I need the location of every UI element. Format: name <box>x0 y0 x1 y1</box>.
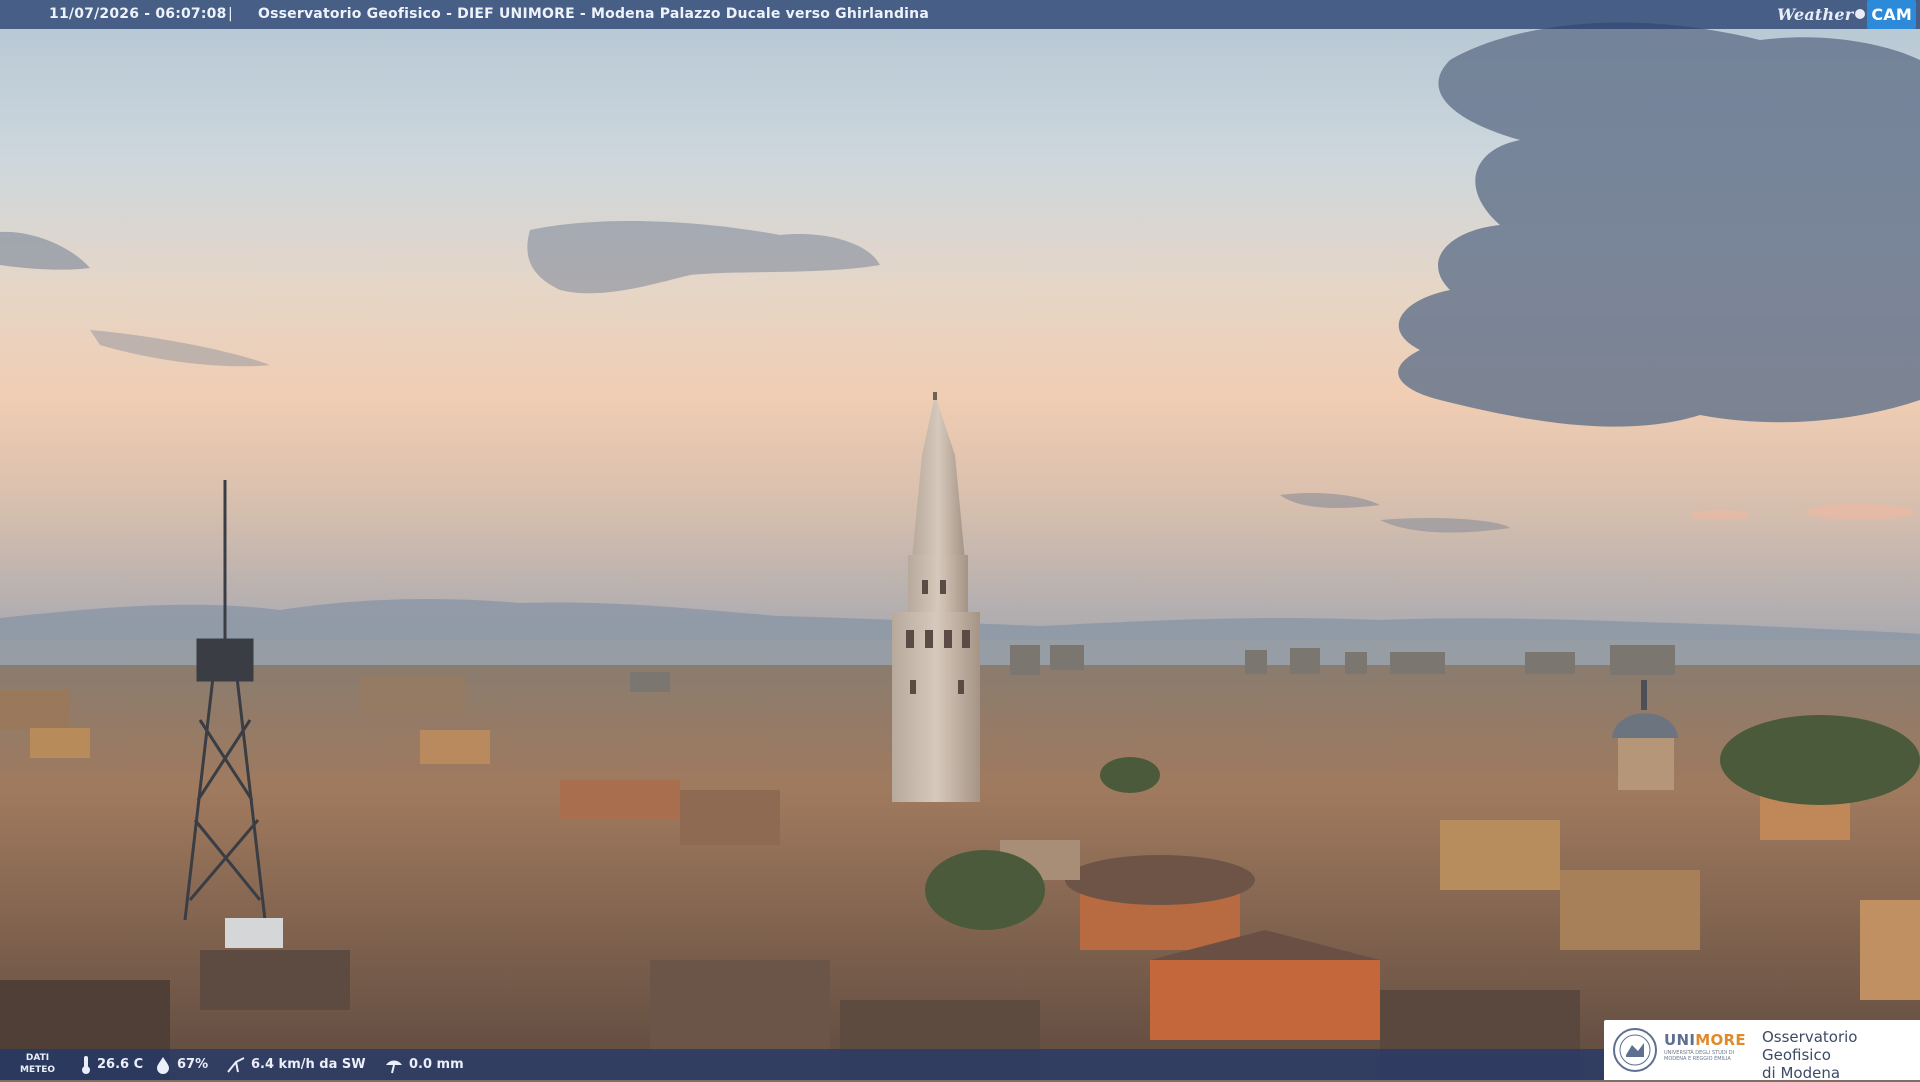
rain-gauge-icon <box>386 1060 402 1073</box>
webcam-scene <box>0 0 1920 1080</box>
humidity-reading: 67% <box>154 1049 208 1080</box>
header-separator: | <box>228 6 233 22</box>
weather-label-line2: METEO <box>20 1065 56 1075</box>
wind-icon <box>227 1056 245 1073</box>
unimore-observatory-logo: UNIMORE UNIVERSITÀ DEGLI STUDI DI MODENA… <box>1604 1020 1920 1082</box>
unimore-wordmark: UNIMORE <box>1664 1031 1746 1049</box>
weathercam-logo: Weather CAM <box>1777 0 1916 29</box>
thermometer-icon <box>82 1055 90 1074</box>
university-fullname: UNIVERSITÀ DEGLI STUDI DI MODENA E REGGI… <box>1664 1050 1735 1062</box>
rain-value: 0.0 mm <box>409 1057 464 1072</box>
timestamp: 11/07/2026 - 06:07:08 <box>49 6 227 22</box>
weather-label: DATI METEO <box>20 1052 55 1076</box>
humidity-drop-icon <box>157 1056 169 1074</box>
camera-title: Osservatorio Geofisico - DIEF UNIMORE - … <box>258 6 929 22</box>
weathercam-logo-cam: CAM <box>1867 0 1916 29</box>
humidity-value: 67% <box>177 1057 209 1072</box>
camera-header-bar: 11/07/2026 - 06:07:08 | Osservatorio Geo… <box>0 0 1920 29</box>
antenna-cabinet <box>225 918 283 948</box>
weathercam-logo-text: Weather <box>1777 4 1854 24</box>
unimore-uni: UNI <box>1664 1031 1696 1049</box>
university-seal-icon <box>1613 1028 1657 1072</box>
wind-value: 6.4 km/h da SW <box>251 1057 366 1072</box>
rain-reading: 0.0 mm <box>384 1049 464 1080</box>
observatory-line2: di Modena <box>1762 1064 1841 1082</box>
observatory-name: Osservatorio Geofisico di Modena <box>1762 1028 1920 1082</box>
unimore-more: MORE <box>1695 1031 1746 1049</box>
weather-label-line1: DATI <box>25 1053 50 1063</box>
temperature-value: 26.6 C <box>97 1057 144 1072</box>
wind-reading: 6.4 km/h da SW <box>226 1049 366 1080</box>
weathercam-dot-icon <box>1855 9 1866 19</box>
observatory-line1: Osservatorio Geofisico <box>1762 1028 1858 1064</box>
temperature-reading: 26.6 C <box>80 1049 143 1080</box>
